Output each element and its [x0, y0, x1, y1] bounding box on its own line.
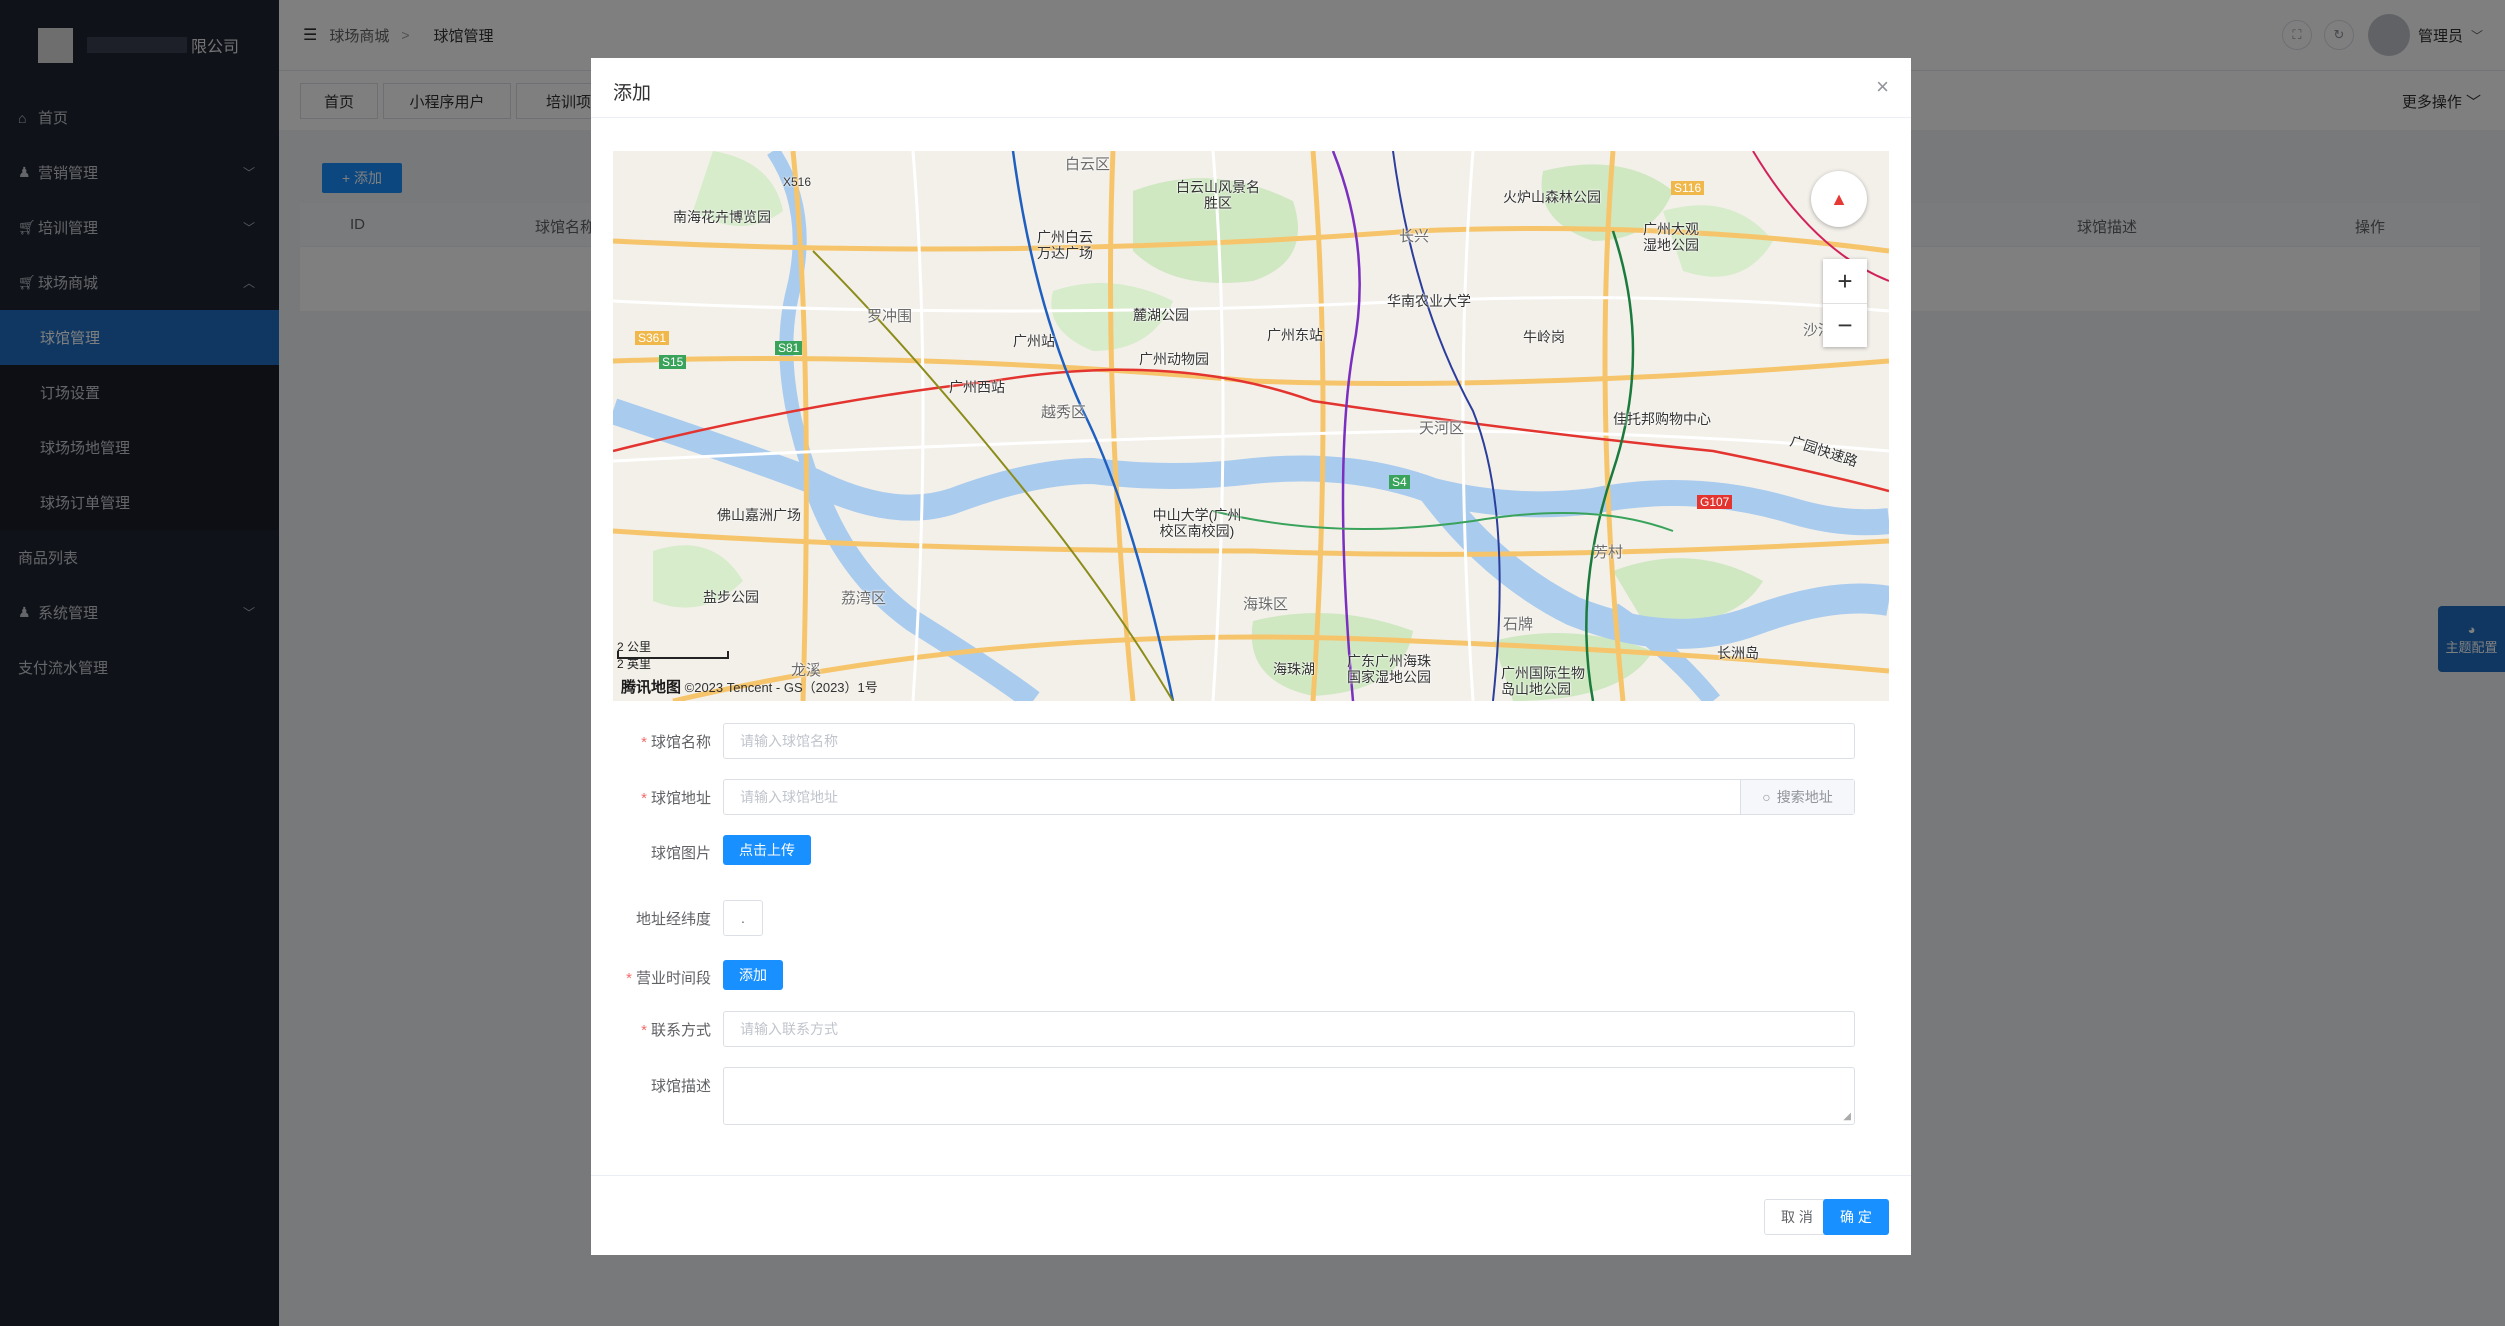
- map-scale: 2 公里 2 英里: [617, 639, 651, 673]
- map-provider: 腾讯地图: [621, 679, 682, 696]
- scale-km: 2 公里: [617, 640, 652, 654]
- placeholder: 请输入联系方式: [740, 1021, 838, 1037]
- cancel-button[interactable]: 取 消: [1764, 1199, 1830, 1235]
- venue-name-input[interactable]: 请输入球馆名称: [723, 723, 1855, 759]
- confirm-button[interactable]: 确 定: [1823, 1199, 1889, 1235]
- map-label: 广州西站: [949, 379, 1005, 395]
- image-label: 球馆图片: [650, 845, 711, 862]
- add-hours-button[interactable]: 添加: [723, 960, 783, 990]
- map-label: 白云区: [1065, 156, 1111, 173]
- map-label: 华南农业大学: [1387, 293, 1471, 309]
- map-label: 长兴: [1399, 228, 1430, 245]
- contact-label: * 联系方式: [641, 1022, 711, 1039]
- map-label: 广州动物园: [1139, 351, 1209, 367]
- map-label: 海珠区: [1243, 596, 1289, 613]
- map-credit: 腾讯地图 ©2023 Tencent - GS（2023）1号: [621, 676, 878, 697]
- highway-label: G107: [1697, 495, 1733, 509]
- compass-icon[interactable]: ▲: [1811, 171, 1867, 227]
- description-textarea[interactable]: ◢: [723, 1067, 1855, 1125]
- resize-handle-icon[interactable]: ◢: [1843, 1111, 1851, 1122]
- map-label: 越秀区: [1041, 404, 1087, 421]
- map-label: 中山大学(广州校区南校园): [1152, 507, 1242, 539]
- dialog-header: 添加 ×: [591, 58, 1911, 118]
- zoom-in-button[interactable]: +: [1823, 259, 1867, 303]
- map-label: 牛岭岗: [1523, 329, 1565, 345]
- highway-label: X516: [783, 175, 812, 189]
- map-label: 芳村: [1593, 544, 1624, 561]
- name-label: * 球馆名称: [641, 734, 711, 751]
- close-icon[interactable]: ×: [1876, 74, 1889, 100]
- map-label: 佛山嘉洲广场: [717, 507, 801, 523]
- coords-label: 地址经纬度: [635, 911, 711, 928]
- placeholder: 请输入球馆名称: [740, 733, 838, 749]
- map-label: 罗冲围: [867, 308, 913, 325]
- highway-label: S116: [1671, 181, 1705, 195]
- map-label: 荔湾区: [841, 590, 887, 607]
- venue-address-input[interactable]: 请输入球馆地址 ○ 搜索地址: [723, 779, 1855, 815]
- map-label: 白云山风景名胜区: [1176, 179, 1260, 211]
- map-label: 火炉山森林公园: [1503, 189, 1601, 205]
- map-label: 长洲岛: [1717, 645, 1759, 661]
- coords-field[interactable]: .: [723, 900, 763, 936]
- map-label: 佳托邦购物中心: [1613, 411, 1711, 427]
- zoom-out-button[interactable]: −: [1823, 303, 1867, 347]
- dialog-title: 添加: [613, 83, 652, 104]
- map-label: 海珠湖: [1273, 661, 1315, 677]
- highway-label: S4: [1389, 475, 1410, 489]
- map-label: 广州白云万达广场: [1037, 229, 1093, 261]
- map-label: 盐步公园: [703, 589, 759, 605]
- address-label: * 球馆地址: [641, 790, 711, 807]
- map-label: 广东广州海珠国家湿地公园: [1347, 653, 1431, 685]
- map-label: 广州站: [1013, 333, 1055, 349]
- contact-input[interactable]: 请输入联系方式: [723, 1011, 1855, 1047]
- search-button-label: 搜索地址: [1776, 789, 1833, 805]
- highway-label: S81: [775, 341, 803, 355]
- zoom-control: + −: [1823, 259, 1867, 347]
- map-copyright: ©2023 Tencent - GS（2023）1号: [684, 680, 878, 695]
- map-label: 天河区: [1419, 420, 1465, 437]
- highway-label: S15: [659, 355, 687, 369]
- map-label: 石牌: [1503, 616, 1534, 633]
- add-venue-dialog: 添加 × 白云区 白云山风景名胜区 火炉山森林公园 南海花卉博览园 广州白云万达…: [591, 58, 1911, 1255]
- description-label: 球馆描述: [650, 1078, 711, 1095]
- search-icon: ○: [1762, 789, 1771, 805]
- placeholder: 请输入球馆地址: [740, 789, 838, 805]
- highway-label: S361: [635, 331, 670, 345]
- map-view[interactable]: 白云区 白云山风景名胜区 火炉山森林公园 南海花卉博览园 广州白云万达广场 华南…: [613, 151, 1889, 701]
- map-label: 广州大观湿地公园: [1643, 221, 1699, 253]
- upload-button[interactable]: 点击上传: [723, 835, 811, 865]
- map-label: 广州国际生物岛山地公园: [1501, 665, 1585, 697]
- search-address-button[interactable]: ○ 搜索地址: [1740, 780, 1854, 814]
- map-label: 麓湖公园: [1133, 307, 1189, 323]
- hours-label: * 营业时间段: [626, 970, 711, 987]
- map-label: 南海花卉博览园: [673, 209, 771, 225]
- map-label: 广州东站: [1267, 327, 1323, 343]
- dialog-footer: 取 消 确 定: [591, 1175, 1911, 1255]
- scale-mi: 2 英里: [617, 657, 652, 671]
